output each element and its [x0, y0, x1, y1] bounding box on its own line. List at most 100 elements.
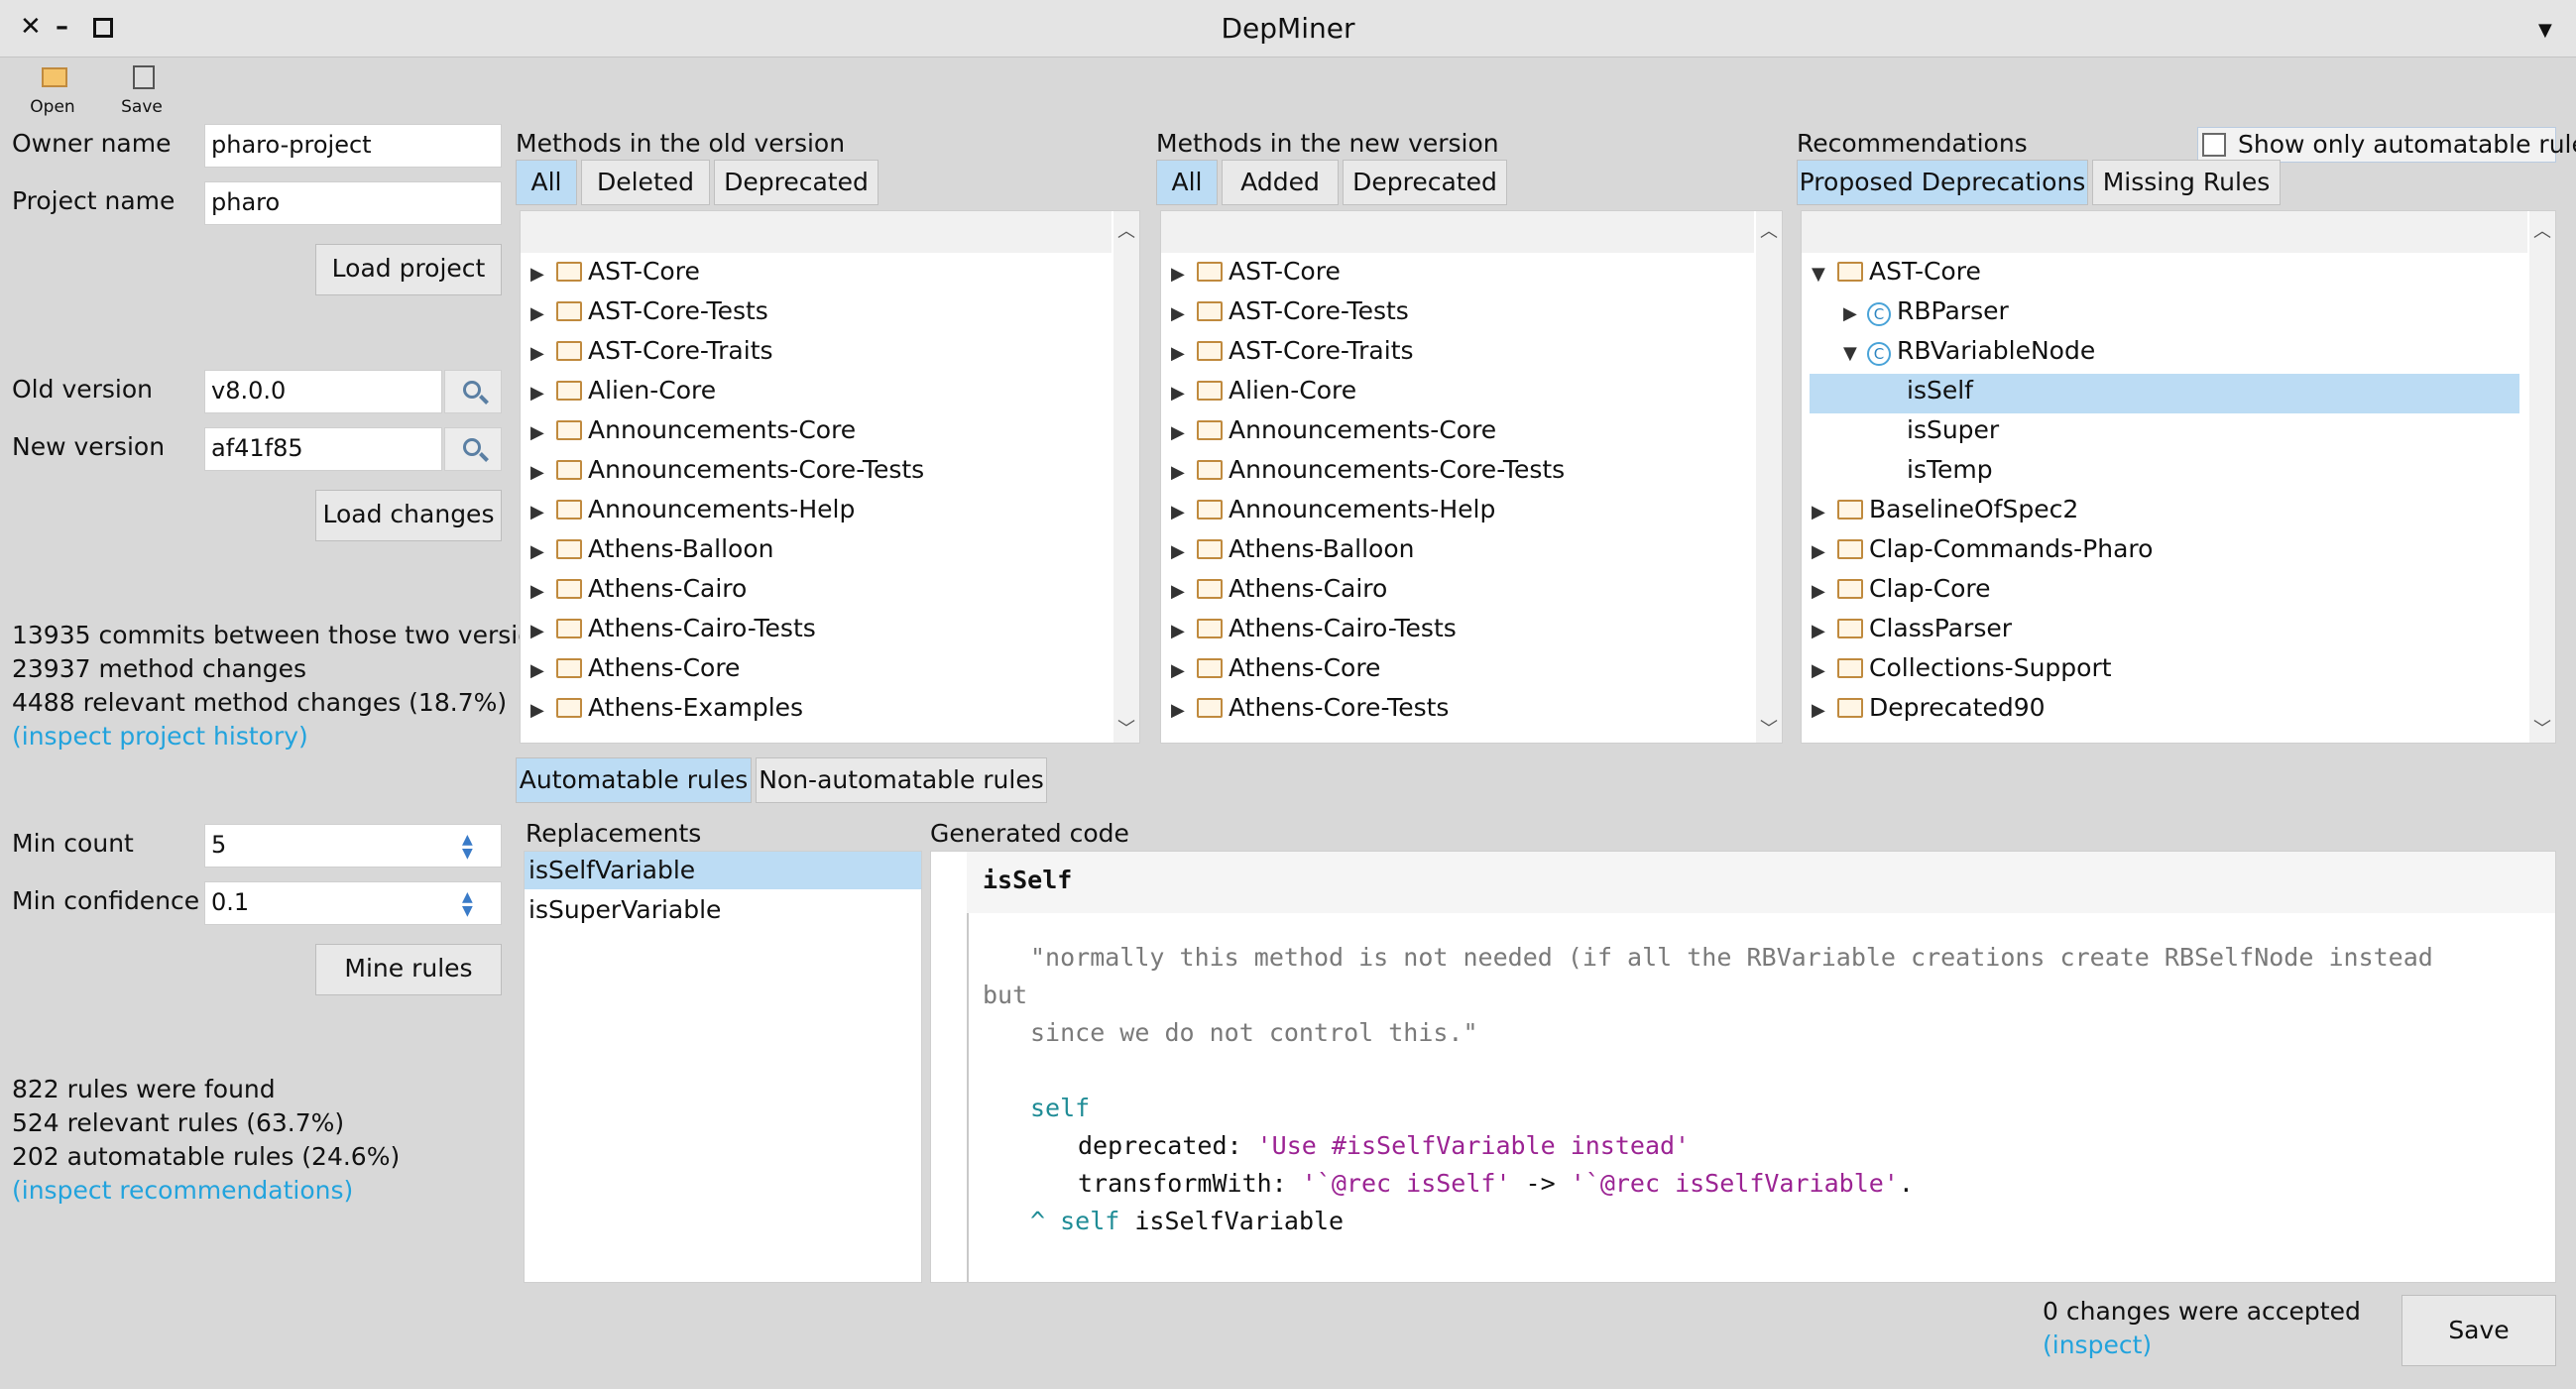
tab-automatable-rules[interactable]: Automatable rules [516, 757, 752, 803]
new-methods-scrollbar[interactable] [1756, 211, 1782, 743]
expand-arrow-icon[interactable]: ▶ [1812, 621, 1833, 641]
tree-row[interactable]: ▶ AST-Core [530, 257, 700, 296]
tree-row[interactable]: ▶ Athens-Cairo [1171, 574, 1387, 614]
expand-arrow-icon[interactable]: ▶ [1171, 422, 1193, 443]
expand-arrow-icon[interactable]: ▶ [1171, 383, 1193, 404]
expand-arrow-icon[interactable]: ▶ [530, 343, 552, 364]
tree-row[interactable]: ▶ Athens-Core [530, 653, 740, 693]
tab-new-all[interactable]: All [1156, 160, 1218, 205]
expand-arrow-icon[interactable]: ▶ [1812, 660, 1833, 681]
old-version-search-button[interactable] [444, 370, 502, 413]
tree-row[interactable]: ▶ Athens-Cairo [530, 574, 747, 614]
project-name-input[interactable]: pharo [204, 181, 502, 225]
save-changes-button[interactable]: Save [2401, 1295, 2556, 1366]
tree-row[interactable]: ▶ Athens-Cairo-Tests [530, 614, 816, 653]
expand-arrow-icon[interactable]: ▶ [1812, 502, 1833, 522]
old-methods-scrollbar[interactable] [1113, 211, 1139, 743]
min-count-stepper-icon[interactable]: ▲ ▼ [462, 833, 473, 861]
tree-row[interactable]: ▶ AST-Core-Traits [530, 336, 773, 376]
package-row[interactable]: ▶ Collections-Support [1812, 653, 2112, 693]
checkbox-box[interactable] [2202, 133, 2226, 157]
expand-arrow-icon[interactable]: ▶ [530, 462, 552, 483]
class-row[interactable]: ▶ C RBParser [1843, 296, 2009, 336]
tab-old-all[interactable]: All [516, 160, 577, 205]
expand-arrow-icon[interactable]: ▶ [530, 422, 552, 443]
expand-arrow-icon[interactable]: ▶ [1171, 462, 1193, 483]
recommendations-tree[interactable]: ︿ ﹀ ▼ AST-Core ▶ C RBParser ▼ C RBVariableNode i… [1801, 210, 2556, 744]
tab-new-added[interactable]: Added [1222, 160, 1339, 205]
min-confidence-stepper-icon[interactable]: ▲ ▼ [462, 890, 473, 918]
expand-arrow-icon[interactable]: ▶ [1171, 343, 1193, 364]
tab-missing-rules[interactable]: Missing Rules [2092, 160, 2281, 205]
inspect-recommendations-link[interactable]: (inspect recommendations) [12, 1176, 353, 1205]
scroll-down-icon[interactable]: ﹀ [2533, 715, 2551, 741]
expand-arrow-icon[interactable]: ▶ [530, 502, 552, 522]
tab-old-deleted[interactable]: Deleted [581, 160, 710, 205]
tree-row[interactable]: ▶ AST-Core [1171, 257, 1341, 296]
class-row[interactable]: ▼ C RBVariableNode [1843, 336, 2095, 376]
old-methods-tree[interactable]: ︿ ﹀ ▶ AST-Core ▶ AST-Core-Tests ▶ AST-Core-Tr… [520, 210, 1140, 744]
scroll-down-icon[interactable]: ﹀ [1117, 715, 1135, 741]
tree-row[interactable]: ▶ AST-Core-Traits [1171, 336, 1414, 376]
package-row[interactable]: ▼ AST-Core [1812, 257, 1981, 296]
window-menu-icon[interactable]: ▼ [2538, 20, 2552, 41]
load-changes-button[interactable]: Load changes [315, 490, 502, 541]
tree-row[interactable]: ▶ Alien-Core [1171, 376, 1356, 415]
automatable-filter-checkbox[interactable]: Show only automatable rules [2197, 127, 2576, 163]
tree-row[interactable]: ▶ Announcements-Core-Tests [530, 455, 924, 495]
scroll-down-icon[interactable]: ﹀ [1760, 715, 1778, 741]
min-count-input[interactable]: 5 [204, 824, 502, 868]
package-row[interactable]: ▶ BaselineOfSpec2 [1812, 495, 2078, 534]
tree-row[interactable]: ▶ Alien-Core [530, 376, 716, 415]
expand-arrow-icon[interactable]: ▶ [1171, 700, 1193, 721]
load-project-button[interactable]: Load project [315, 244, 502, 295]
old-version-input[interactable]: v8.0.0 [204, 370, 442, 413]
expand-arrow-icon[interactable]: ▶ [530, 621, 552, 641]
scroll-up-icon[interactable]: ︿ [2533, 217, 2551, 243]
scroll-up-icon[interactable]: ︿ [1117, 217, 1135, 243]
generated-code-editor[interactable]: isSelf "normally this method is not need… [930, 851, 2556, 1283]
package-row[interactable]: ▶ Clap-Commands-Pharo [1812, 534, 2153, 574]
tab-non-automatable-rules[interactable]: Non-automatable rules [756, 757, 1047, 803]
inspect-project-history-link[interactable]: (inspect project history) [12, 722, 308, 751]
expand-arrow-icon[interactable]: ▶ [1812, 541, 1833, 562]
owner-name-input[interactable]: pharo-project [204, 124, 502, 168]
expand-arrow-icon[interactable]: ▶ [1171, 303, 1193, 324]
min-confidence-input[interactable]: 0.1 [204, 881, 502, 925]
expand-arrow-icon[interactable]: ▶ [530, 264, 552, 285]
expand-arrow-icon[interactable]: ▶ [530, 303, 552, 324]
expand-arrow-icon[interactable]: ▶ [1843, 303, 1865, 324]
list-item[interactable]: isSuperVariable [528, 895, 721, 924]
tab-old-deprecated[interactable]: Deprecated [714, 160, 878, 205]
expand-arrow-icon[interactable]: ▶ [1171, 541, 1193, 562]
expand-arrow-icon[interactable]: ▶ [1812, 700, 1833, 721]
expand-arrow-icon[interactable]: ▶ [1171, 264, 1193, 285]
tree-row[interactable]: ▶ AST-Core-Tests [1171, 296, 1409, 336]
expand-arrow-icon[interactable]: ▶ [1171, 502, 1193, 522]
inspect-accepted-link[interactable]: (inspect) [2043, 1331, 2152, 1359]
tab-new-deprecated[interactable]: Deprecated [1343, 160, 1507, 205]
method-row[interactable]: isSuper [1875, 415, 1999, 455]
tree-row[interactable]: ▶ Athens-Examples [530, 693, 803, 733]
mine-rules-button[interactable]: Mine rules [315, 944, 502, 995]
tree-row[interactable]: ▶ Athens-Core-Tests [1171, 693, 1449, 733]
expand-arrow-icon[interactable]: ▶ [1171, 660, 1193, 681]
tree-row[interactable]: ▶ Athens-Balloon [1171, 534, 1415, 574]
tree-row[interactable]: ▶ Announcements-Core [1171, 415, 1496, 455]
tree-row[interactable]: ▶ Announcements-Core [530, 415, 856, 455]
scroll-up-icon[interactable]: ︿ [1760, 217, 1778, 243]
tab-proposed-deprecations[interactable]: Proposed Deprecations [1797, 160, 2088, 205]
method-row[interactable]: isSelf [1875, 376, 1973, 415]
expand-arrow-icon[interactable]: ▶ [1171, 581, 1193, 602]
expand-arrow-icon[interactable]: ▶ [530, 700, 552, 721]
open-button[interactable]: Open [20, 61, 85, 121]
recommendations-scrollbar[interactable] [2529, 211, 2555, 743]
expand-arrow-icon[interactable]: ▶ [530, 660, 552, 681]
tree-row[interactable]: ▶ Announcements-Core-Tests [1171, 455, 1565, 495]
expand-arrow-icon[interactable]: ▶ [530, 541, 552, 562]
tree-row[interactable]: ▶ Athens-Core [1171, 653, 1380, 693]
method-row[interactable]: isTemp [1875, 455, 1993, 495]
new-version-search-button[interactable] [444, 427, 502, 471]
expand-arrow-icon[interactable]: ▶ [530, 383, 552, 404]
expand-arrow-icon[interactable]: ▶ [1812, 581, 1833, 602]
